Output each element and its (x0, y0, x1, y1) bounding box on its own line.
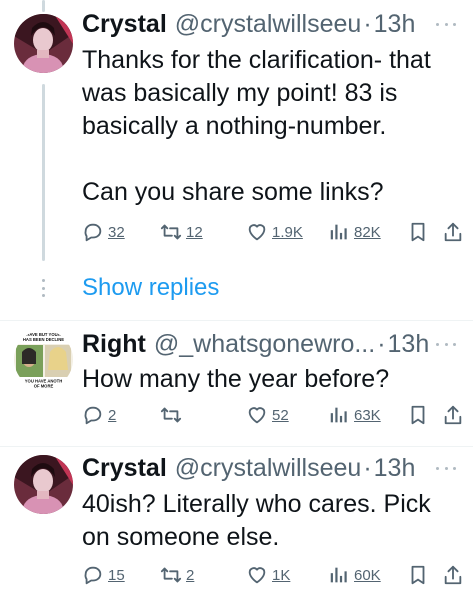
reply-button[interactable]: 15 (82, 561, 125, 589)
share-icon (444, 405, 462, 425)
display-name[interactable]: Crystal (82, 452, 167, 484)
thread-line-middle (42, 84, 45, 261)
like-count: 1K (272, 566, 291, 584)
like-button[interactable]: 1K (246, 561, 290, 589)
user-handle[interactable]: @crystalwillseeu (175, 452, 362, 484)
bookmark-icon (411, 565, 425, 585)
retweet-icon (160, 224, 182, 240)
separator-dot: · (363, 10, 372, 38)
timestamp[interactable]: 13h (374, 452, 416, 484)
tweet-paragraph: Can you share some links? (82, 178, 384, 206)
reply-count: 2 (108, 406, 117, 424)
separator-dot: · (377, 330, 386, 358)
bookmark-button[interactable] (407, 218, 429, 246)
avatar[interactable] (14, 455, 73, 514)
share-button[interactable] (442, 218, 464, 246)
bookmark-icon (411, 405, 425, 425)
user-handle[interactable]: @_whatsgonewro... (154, 328, 375, 360)
reply-button[interactable]: 32 (82, 218, 125, 246)
retweet-button[interactable]: 2 (160, 561, 194, 589)
views-icon (330, 567, 347, 583)
views-button[interactable]: 82K (328, 218, 381, 246)
views-icon (330, 224, 347, 240)
share-icon (444, 222, 462, 242)
share-icon (444, 565, 462, 585)
views-button[interactable]: 63K (328, 401, 381, 429)
reply-count: 32 (108, 223, 125, 241)
thread-line-top (42, 0, 45, 12)
timestamp[interactable]: 13h (388, 328, 430, 360)
like-count: 52 (272, 406, 289, 424)
reply-icon (84, 223, 102, 242)
reply-count: 15 (108, 566, 125, 584)
bookmark-button[interactable] (407, 401, 429, 429)
tweet-text: 40ish? Literally who cares. Pick on some… (82, 488, 462, 554)
avatar-caption: OF MORE (34, 384, 54, 389)
retweet-button[interactable]: 12 (160, 218, 203, 246)
collapsed-thread-dots (42, 279, 45, 297)
bookmark-button[interactable] (407, 561, 429, 589)
show-replies-link[interactable]: Show replies (82, 271, 219, 305)
retweet-button[interactable] (160, 401, 186, 429)
share-button[interactable] (442, 401, 464, 429)
share-button[interactable] (442, 561, 464, 589)
display-name[interactable]: Right (82, 328, 146, 360)
like-button[interactable]: 52 (246, 401, 289, 429)
tweet-actions: 15 2 1K 60K (82, 561, 470, 589)
tweet-paragraph: How many the year before? (82, 365, 390, 393)
tweet-header: Right @_whatsgonewro... · 13h (82, 328, 432, 360)
tweet-header: Crystal @crystalwillseeu · 13h (82, 452, 432, 484)
more-icon[interactable] (433, 14, 459, 34)
retweet-icon (160, 567, 182, 583)
separator-dot: · (363, 454, 372, 482)
bookmark-icon (411, 222, 425, 242)
display-name[interactable]: Crystal (82, 8, 167, 40)
user-handle[interactable]: @crystalwillseeu (175, 8, 362, 40)
tweet-text: How many the year before? (82, 363, 462, 396)
avatar[interactable]: HAVE BUT YOUR HAS BEEN DECLINE YOU HAVE … (14, 330, 73, 389)
tweet-text: Thanks for the clarification- that was b… (82, 44, 462, 209)
reply-button[interactable]: 2 (82, 401, 116, 429)
timestamp[interactable]: 13h (374, 8, 416, 40)
like-count: 1.9K (272, 223, 303, 241)
tweet-actions: 32 12 1.9K 82K (82, 218, 470, 246)
like-button[interactable]: 1.9K (246, 218, 303, 246)
more-icon[interactable] (433, 334, 459, 354)
views-icon (330, 407, 347, 423)
avatar[interactable] (14, 14, 73, 73)
views-button[interactable]: 60K (328, 561, 381, 589)
tweet-paragraph: 40ish? Literally who cares. Pick on some… (82, 490, 431, 551)
retweet-count: 2 (186, 566, 195, 584)
retweet-count: 12 (186, 223, 203, 241)
heart-icon (248, 407, 266, 424)
tweet-actions: 2 52 63K (82, 401, 470, 429)
views-count: 60K (354, 566, 381, 584)
tweet-header: Crystal @crystalwillseeu · 13h (82, 8, 432, 40)
views-count: 63K (354, 406, 381, 424)
divider (0, 320, 473, 321)
more-icon[interactable] (433, 458, 459, 478)
tweet-paragraph: Thanks for the clarification- that was b… (82, 46, 431, 140)
reply-icon (84, 406, 102, 425)
heart-icon (248, 567, 266, 584)
views-count: 82K (354, 223, 381, 241)
avatar-caption: HAS BEEN DECLINE (23, 337, 64, 342)
heart-icon (248, 224, 266, 241)
divider (0, 446, 473, 447)
reply-icon (84, 566, 102, 585)
retweet-icon (160, 407, 182, 423)
